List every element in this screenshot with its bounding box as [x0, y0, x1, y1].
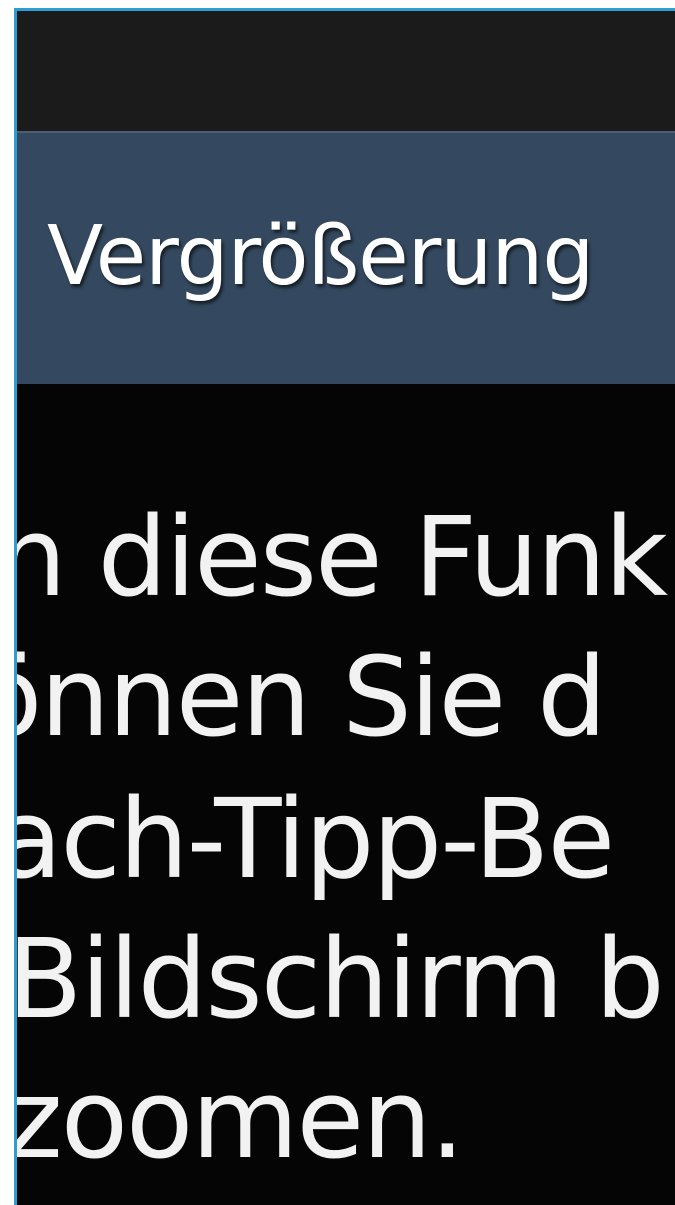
description-text: n diese Funk önnen Sie d ach-Tipp-Be Bil…	[17, 384, 675, 1205]
description-panel: n diese Funk önnen Sie d ach-Tipp-Be Bil…	[17, 384, 675, 1205]
description-line: zoomen.	[17, 1055, 465, 1183]
description-line: ach-Tipp-Be	[17, 775, 615, 903]
action-bar: Vergrößerung	[17, 131, 675, 384]
description-line: n diese Funk	[17, 493, 668, 621]
phone-screen: Vergrößerung n diese Funk önnen Sie d ac…	[14, 8, 675, 1205]
page-title: Vergrößerung	[47, 209, 594, 304]
description-line: önnen Sie d	[17, 633, 607, 761]
status-bar	[17, 11, 675, 131]
description-line: Bildschirm b	[17, 915, 665, 1043]
